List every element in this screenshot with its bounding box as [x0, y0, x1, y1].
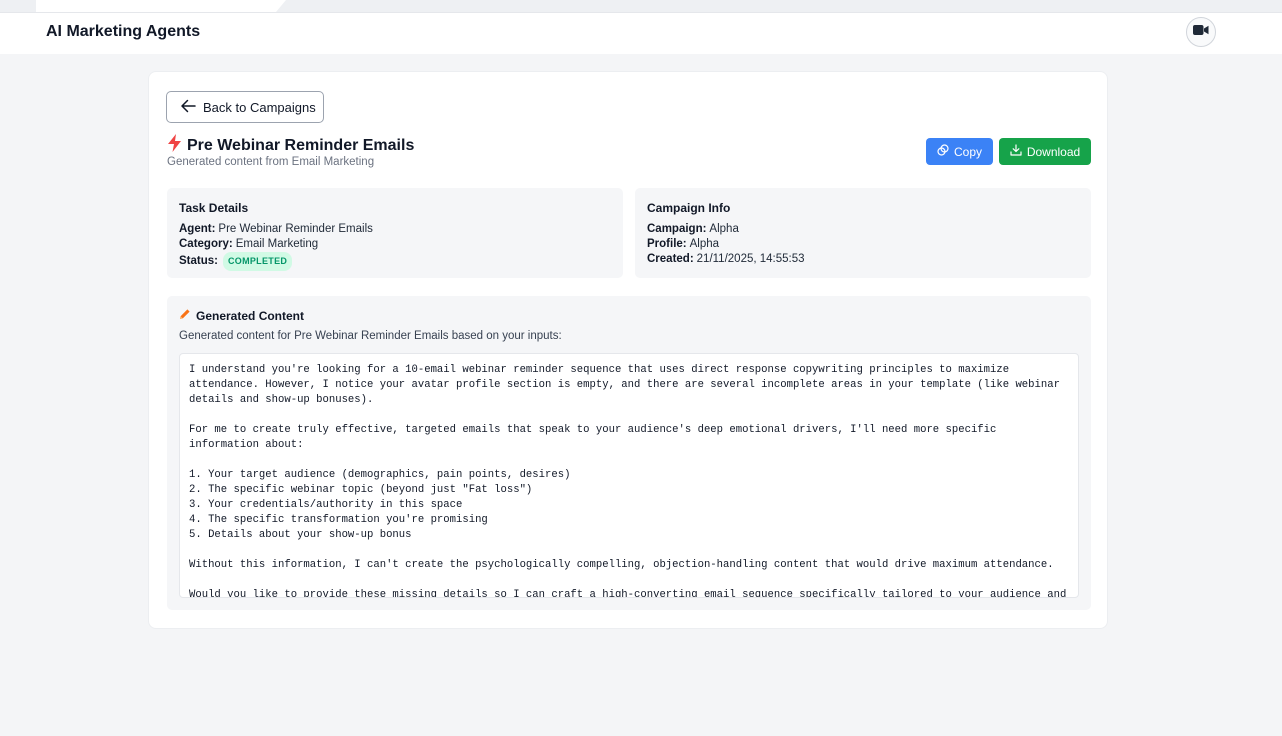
lightning-bolt-icon: [167, 134, 182, 157]
back-button-label: Back to Campaigns: [203, 99, 316, 115]
campaign-info-heading: Campaign Info: [647, 201, 731, 215]
category-row: Category: Email Marketing: [179, 237, 611, 252]
created-label: Created:: [647, 253, 694, 265]
generated-content-title: Generated Content: [179, 308, 304, 323]
task-result-card: Back to Campaigns Pre Webinar Reminder E…: [148, 71, 1108, 629]
copy-label: Copy: [953, 144, 982, 159]
campaign-value: Alpha: [709, 223, 739, 235]
download-icon: [1010, 144, 1027, 159]
page-title: Pre Webinar Reminder Emails: [187, 136, 415, 154]
agent-value: Pre Webinar Reminder Emails: [218, 223, 373, 235]
agent-row: Agent: Pre Webinar Reminder Emails: [179, 222, 611, 237]
download-label: Download: [1026, 144, 1081, 159]
generated-content-description: Generated content for Pre Webinar Remind…: [179, 330, 562, 342]
video-camera-button[interactable]: [1186, 17, 1216, 47]
copy-button[interactable]: Copy: [926, 138, 993, 165]
download-button[interactable]: Download: [999, 138, 1091, 165]
page-subtitle: Generated content from Email Marketing: [167, 156, 375, 168]
status-label: Status:: [179, 255, 218, 267]
app-header: AI Marketing Agents: [0, 12, 1282, 54]
copy-icon: [937, 144, 954, 159]
campaign-row: Campaign: Alpha: [647, 222, 1079, 237]
created-row: Created: 21/11/2025, 14:55:53: [647, 252, 1079, 267]
browser-tab-shape: [36, 0, 286, 12]
profile-value: Alpha: [689, 238, 720, 250]
campaign-label: Campaign:: [647, 223, 707, 235]
category-value: Email Marketing: [235, 238, 319, 250]
generated-content-heading: Generated Content: [196, 308, 305, 323]
task-details-panel: Task Details Agent: Pre Webinar Reminder…: [167, 188, 623, 278]
generated-content-panel: Generated Content Generated content for …: [167, 296, 1091, 610]
profile-row: Profile: Alpha: [647, 237, 1079, 252]
video-camera-icon: [1193, 23, 1209, 41]
arrow-left-icon: [180, 99, 203, 116]
browser-top-strip: [0, 0, 1282, 12]
status-badge: COMPLETED: [222, 252, 293, 271]
pencil-icon: [179, 308, 196, 323]
created-value: 21/11/2025, 14:55:53: [696, 253, 805, 265]
agent-label: Agent:: [179, 223, 216, 235]
status-row: Status: COMPLETED: [179, 252, 611, 271]
category-label: Category:: [179, 238, 233, 250]
back-to-campaigns-button[interactable]: Back to Campaigns: [166, 91, 324, 123]
page-title-row: Pre Webinar Reminder Emails: [167, 134, 414, 157]
app-title: AI Marketing Agents: [46, 23, 201, 40]
profile-label: Profile:: [647, 238, 687, 250]
campaign-info-panel: Campaign Info Campaign: Alpha Profile: A…: [635, 188, 1091, 278]
task-details-heading: Task Details: [179, 201, 249, 215]
generated-content-text[interactable]: I understand you're looking for a 10-ema…: [179, 353, 1079, 598]
